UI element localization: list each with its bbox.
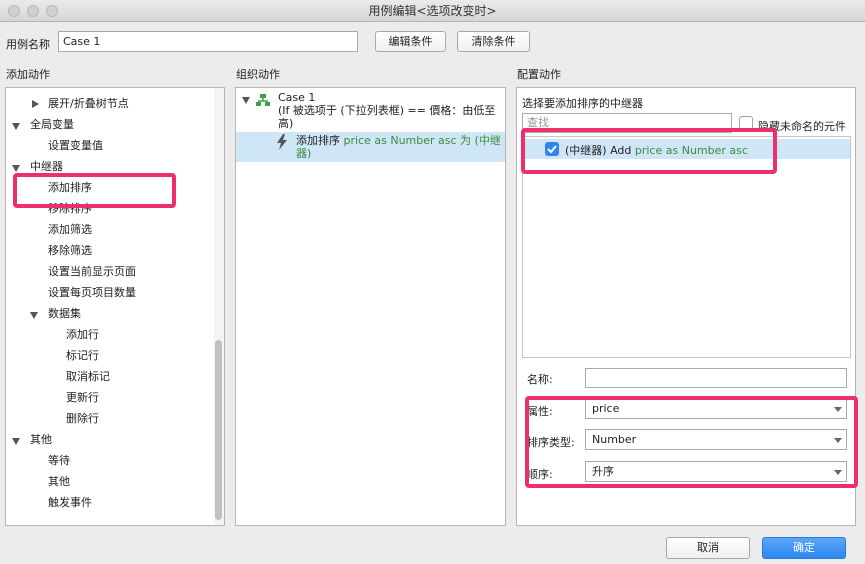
case-label[interactable]: Case 1 — [278, 91, 315, 105]
case-condition-line2: 高) — [278, 117, 294, 130]
chevron-down-icon[interactable] — [12, 123, 20, 130]
chevron-down-icon[interactable] — [12, 438, 20, 445]
organize-actions-title: 组织动作 — [236, 68, 280, 81]
case-name-label: 用例名称 — [6, 38, 50, 51]
tree-item-toggle-tree-node[interactable]: 展开/折叠树节点 — [48, 94, 129, 114]
tree-item-add-row[interactable]: 添加行 — [66, 325, 99, 345]
action-prefix: 添加排序 — [296, 134, 344, 147]
tree-item-other-action[interactable]: 其他 — [48, 472, 70, 492]
tree-item-set-variable[interactable]: 设置变量值 — [48, 136, 103, 156]
case-name-input[interactable]: Case 1 — [58, 31, 358, 52]
collapse-expand-icon[interactable] — [32, 100, 39, 108]
tree-item-mark-row[interactable]: 标记行 — [66, 346, 99, 366]
tree-item-remove-filter[interactable]: 移除筛选 — [48, 241, 92, 261]
window-titlebar: 用例编辑<选项改变时> — [0, 0, 865, 22]
organize-actions-tree[interactable]: Case 1 (If 被选项于 (下拉列表框) == 價格：由低至 高) 添加排… — [235, 87, 506, 526]
add-sort-highlight — [13, 173, 176, 208]
case-condition-line1: (If 被选项于 (下拉列表框) == 價格：由低至 — [278, 104, 496, 117]
chevron-down-icon[interactable] — [12, 165, 20, 172]
tree-item-unmark[interactable]: 取消标记 — [66, 367, 110, 387]
tree-item-set-current-page[interactable]: 设置当前显示页面 — [48, 262, 136, 282]
action-detail: price as Number asc 为 (中继 — [343, 134, 501, 147]
chevron-down-icon[interactable] — [30, 312, 38, 319]
repeater-item-highlight — [521, 128, 777, 174]
tree-item-delete-row[interactable]: 删除行 — [66, 409, 99, 429]
tree-item-add-filter[interactable]: 添加筛选 — [48, 220, 92, 240]
edit-condition-button[interactable]: 编辑条件 — [375, 31, 446, 52]
select-repeater-label: 选择要添加排序的中继器 — [522, 97, 643, 110]
name-label: 名称: — [527, 373, 553, 386]
case-icon — [256, 94, 270, 106]
sort-settings-highlight — [525, 396, 858, 488]
tree-item-other[interactable]: 其他 — [30, 430, 52, 450]
action-text-line1: 添加排序 price as Number asc 为 (中继 — [296, 134, 501, 148]
chevron-down-icon[interactable] — [242, 97, 250, 104]
tree-item-dataset[interactable]: 数据集 — [48, 304, 81, 324]
tree-item-wait[interactable]: 等待 — [48, 451, 70, 471]
window-close-button[interactable] — [8, 5, 20, 17]
window-minimize-button[interactable] — [27, 5, 39, 17]
window-zoom-button[interactable] — [46, 5, 58, 17]
window-title: 用例编辑<选项改变时> — [368, 4, 497, 18]
clear-condition-button[interactable]: 清除条件 — [457, 31, 530, 52]
ok-button[interactable]: 确定 — [762, 537, 846, 559]
cancel-button[interactable]: 取消 — [666, 537, 750, 559]
tree-item-fire-event[interactable]: 触发事件 — [48, 493, 92, 513]
tree-item-global-variables[interactable]: 全局变量 — [30, 115, 74, 135]
lightning-icon — [277, 134, 287, 150]
configure-actions-title: 配置动作 — [517, 68, 561, 81]
tree-item-set-items-per-page[interactable]: 设置每页项目数量 — [48, 283, 136, 303]
action-text-line2: 器) — [296, 147, 312, 160]
name-input[interactable] — [585, 368, 847, 388]
add-actions-title: 添加动作 — [6, 68, 50, 81]
add-actions-scrollbar-thumb[interactable] — [215, 340, 222, 520]
add-actions-tree[interactable]: 展开/折叠树节点 全局变量 设置变量值 中继器 添加排序 移除排序 添加筛选 移… — [5, 87, 225, 526]
tree-item-update-row[interactable]: 更新行 — [66, 388, 99, 408]
